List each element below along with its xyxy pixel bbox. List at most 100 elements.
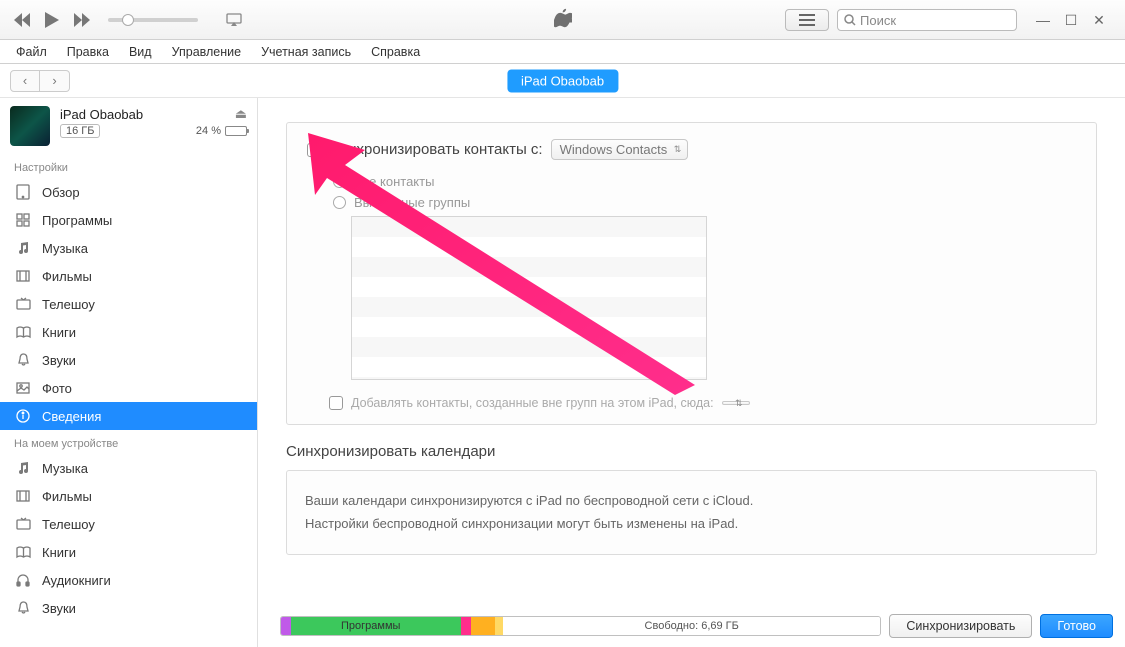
radio-all-contacts[interactable]: [333, 175, 346, 188]
headphones-icon: [14, 571, 32, 589]
sidebar-item-label: Программы: [42, 213, 112, 228]
nav-back-button[interactable]: ‹: [10, 70, 40, 92]
sidebar-item-label: Музыка: [42, 461, 88, 476]
titlebar: Поиск — ☐ ✕: [0, 0, 1125, 40]
sync-contacts-panel: Синхронизировать контакты с: Windows Con…: [286, 122, 1097, 425]
add-outside-checkbox[interactable]: [329, 396, 343, 410]
menu-control[interactable]: Управление: [164, 43, 250, 61]
sidebar-item-books[interactable]: Книги: [0, 318, 257, 346]
sidebar-item-photos[interactable]: Фото: [0, 374, 257, 402]
sidebar-device-music[interactable]: Музыка: [0, 454, 257, 482]
sidebar-item-label: Сведения: [42, 409, 101, 424]
main-area: iPad Obaobab ⏏ 16 ГБ 24 % Настройки Обзо…: [0, 98, 1125, 647]
sync-contacts-label: Синхронизировать контакты с:: [329, 141, 543, 158]
calendar-info-line2: Настройки беспроводной синхронизации мог…: [305, 512, 1078, 535]
device-name: iPad Obaobab: [60, 107, 143, 122]
battery-icon: [225, 126, 247, 136]
window-minimize-button[interactable]: —: [1029, 10, 1057, 30]
capacity-badge: 16 ГБ: [60, 124, 100, 138]
sidebar-item-label: Аудиокниги: [42, 573, 111, 588]
bell-icon: [14, 599, 32, 617]
sidebar: iPad Obaobab ⏏ 16 ГБ 24 % Настройки Обзо…: [0, 98, 258, 647]
search-input[interactable]: Поиск: [837, 9, 1017, 31]
sidebar-item-label: Обзор: [42, 185, 80, 200]
sidebar-item-label: Книги: [42, 545, 76, 560]
window-maximize-button[interactable]: ☐: [1057, 10, 1085, 30]
tv-icon: [14, 515, 32, 533]
window-close-button[interactable]: ✕: [1085, 10, 1113, 30]
search-placeholder: Поиск: [860, 13, 896, 28]
storage-usage-bar[interactable]: Программы Свободно: 6,69 ГБ: [280, 616, 881, 636]
menu-edit[interactable]: Правка: [59, 43, 117, 61]
photo-icon: [14, 379, 32, 397]
tv-icon: [14, 295, 32, 313]
music-icon: [14, 459, 32, 477]
film-icon: [14, 267, 32, 285]
device-header: iPad Obaobab ⏏ 16 ГБ 24 %: [0, 98, 257, 154]
secondary-navbar: ‹ › iPad Obaobab: [0, 64, 1125, 98]
nav-forward-button[interactable]: ›: [40, 70, 70, 92]
play-button[interactable]: [40, 8, 64, 32]
sidebar-item-apps[interactable]: Программы: [0, 206, 257, 234]
device-name-pill[interactable]: iPad Obaobab: [507, 69, 618, 92]
menu-help[interactable]: Справка: [363, 43, 428, 61]
next-button[interactable]: [70, 8, 94, 32]
bottom-bar: Программы Свободно: 6,69 ГБ Синхронизиро…: [280, 611, 1113, 641]
sidebar-item-label: Звуки: [42, 601, 76, 616]
sidebar-item-tones[interactable]: Звуки: [0, 346, 257, 374]
sidebar-section-settings: Настройки: [0, 154, 257, 178]
chevron-updown-icon: ⇅: [735, 398, 743, 409]
sidebar-item-overview[interactable]: Обзор: [0, 178, 257, 206]
film-icon: [14, 487, 32, 505]
radio-all-label: Все контакты: [354, 174, 434, 189]
sidebar-device-tones[interactable]: Звуки: [0, 594, 257, 622]
sidebar-section-ondevice: На моем устройстве: [0, 430, 257, 454]
sync-calendars-title: Синхронизировать календари: [286, 443, 1097, 460]
info-icon: [14, 407, 32, 425]
battery-percent: 24 %: [196, 125, 221, 137]
sidebar-item-label: Фильмы: [42, 489, 92, 504]
calendar-info-panel: Ваши календари синхронизируются с iPad п…: [286, 470, 1097, 555]
sidebar-device-tvshows[interactable]: Телешоу: [0, 510, 257, 538]
add-outside-select[interactable]: ⇅: [722, 401, 750, 405]
sidebar-device-movies[interactable]: Фильмы: [0, 482, 257, 510]
sidebar-device-books[interactable]: Книги: [0, 538, 257, 566]
sidebar-item-movies[interactable]: Фильмы: [0, 262, 257, 290]
sidebar-device-audiobooks[interactable]: Аудиокниги: [0, 566, 257, 594]
sidebar-item-label: Звуки: [42, 353, 76, 368]
music-icon: [14, 239, 32, 257]
content-pane: Синхронизировать контакты с: Windows Con…: [258, 98, 1125, 647]
select-value: Windows Contacts: [560, 142, 668, 157]
apps-icon: [14, 211, 32, 229]
menu-view[interactable]: Вид: [121, 43, 160, 61]
bell-icon: [14, 351, 32, 369]
list-view-toggle[interactable]: [785, 9, 829, 31]
menu-file[interactable]: Файл: [8, 43, 55, 61]
done-button[interactable]: Готово: [1040, 614, 1113, 638]
radio-selected-label: Выбранные группы: [354, 195, 470, 210]
sidebar-item-label: Музыка: [42, 241, 88, 256]
search-icon: [844, 14, 856, 26]
radio-selected-groups[interactable]: [333, 196, 346, 209]
book-icon: [14, 543, 32, 561]
menu-account[interactable]: Учетная запись: [253, 43, 359, 61]
volume-slider[interactable]: [108, 18, 198, 22]
eject-icon[interactable]: ⏏: [235, 106, 247, 122]
sidebar-item-music[interactable]: Музыка: [0, 234, 257, 262]
sidebar-item-tvshows[interactable]: Телешоу: [0, 290, 257, 318]
apple-logo-icon: [554, 8, 572, 31]
chevron-updown-icon: ⇅: [674, 144, 682, 155]
airplay-icon[interactable]: [224, 10, 244, 30]
storage-apps-label: Программы: [341, 620, 400, 632]
previous-button[interactable]: [10, 8, 34, 32]
groups-listbox[interactable]: [351, 216, 707, 380]
sidebar-item-info[interactable]: Сведения: [0, 402, 257, 430]
add-outside-label: Добавлять контакты, созданные вне групп …: [351, 396, 714, 410]
tablet-icon: [14, 183, 32, 201]
storage-free-label: Свободно: 6,69 ГБ: [503, 617, 880, 635]
playback-controls: [10, 8, 244, 32]
sync-contacts-checkbox[interactable]: [307, 143, 321, 157]
calendar-info-line1: Ваши календари синхронизируются с iPad п…: [305, 489, 1078, 512]
sync-contacts-select[interactable]: Windows Contacts ⇅: [551, 139, 689, 160]
sync-button[interactable]: Синхронизировать: [889, 614, 1032, 638]
